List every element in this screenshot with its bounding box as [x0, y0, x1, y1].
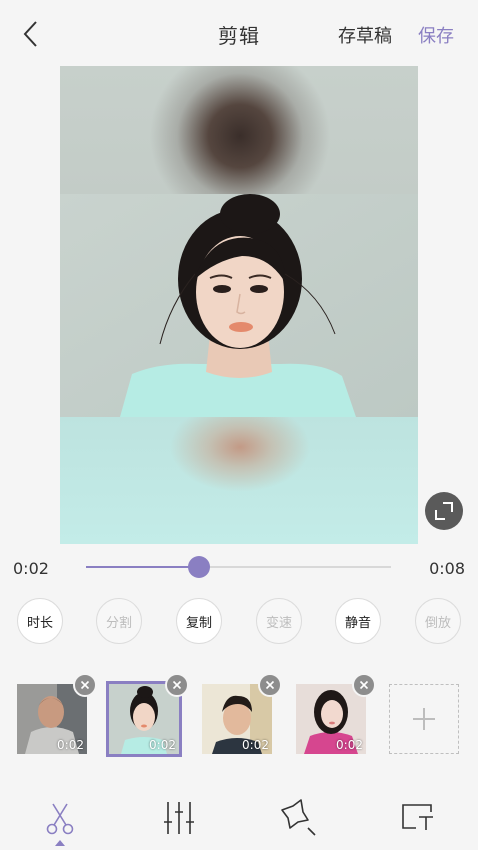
- video-preview[interactable]: [60, 66, 418, 544]
- close-icon: [265, 680, 275, 690]
- save-button[interactable]: 保存: [418, 22, 454, 48]
- active-tab-indicator: [55, 840, 65, 846]
- fullscreen-button[interactable]: [425, 492, 463, 530]
- speed-button[interactable]: 变速: [256, 598, 302, 644]
- blurred-background-top: [60, 66, 418, 194]
- tab-adjust[interactable]: [159, 798, 199, 838]
- clip-duration: 0:02: [336, 738, 363, 752]
- mute-button[interactable]: 静音: [335, 598, 381, 644]
- tab-effects[interactable]: [278, 798, 318, 838]
- close-icon: [80, 680, 90, 690]
- back-button[interactable]: [18, 18, 46, 50]
- close-icon: [172, 680, 182, 690]
- plus-icon: [413, 708, 435, 730]
- current-time: 0:02: [13, 559, 49, 578]
- clip-duration: 0:02: [57, 738, 84, 752]
- reverse-button[interactable]: 倒放: [415, 598, 461, 644]
- scissors-icon: [46, 803, 74, 835]
- remove-clip-button[interactable]: [258, 673, 282, 697]
- duration-button[interactable]: 时长: [17, 598, 63, 644]
- add-clip-button[interactable]: [389, 684, 459, 754]
- top-bar: 剪辑 存草稿 保存: [0, 0, 478, 66]
- preview-photo: [60, 194, 418, 417]
- progress-handle[interactable]: [187, 556, 210, 578]
- progress-track[interactable]: [86, 566, 391, 568]
- portrait-image: [60, 194, 418, 417]
- clip-thumbnail[interactable]: 0:02: [296, 673, 376, 754]
- remove-clip-button[interactable]: [73, 673, 97, 697]
- clip-thumbnail[interactable]: 0:02: [17, 673, 97, 754]
- clip-thumbnail[interactable]: 0:02: [202, 673, 282, 754]
- remove-clip-button[interactable]: [165, 673, 189, 697]
- page-title: 剪辑: [218, 24, 260, 48]
- clip-duration: 0:02: [149, 738, 176, 752]
- sliders-icon: [164, 802, 194, 834]
- total-time: 0:08: [429, 559, 465, 578]
- save-draft-button[interactable]: 存草稿: [338, 22, 392, 48]
- tab-edit[interactable]: [40, 798, 80, 838]
- copy-button[interactable]: 复制: [176, 598, 222, 644]
- remove-clip-button[interactable]: [352, 673, 376, 697]
- blurred-background-bottom: [60, 417, 418, 544]
- chevron-left-icon: [23, 21, 37, 47]
- split-button[interactable]: 分割: [96, 598, 142, 644]
- clip-thumbnail-selected[interactable]: 0:02: [106, 673, 189, 757]
- progress-fill: [86, 566, 199, 568]
- tab-text[interactable]: [398, 798, 438, 838]
- clip-duration: 0:02: [242, 738, 269, 752]
- text-box-icon: [402, 804, 433, 830]
- magic-wand-icon: [281, 799, 316, 836]
- close-icon: [359, 680, 369, 690]
- expand-icon: [435, 502, 453, 520]
